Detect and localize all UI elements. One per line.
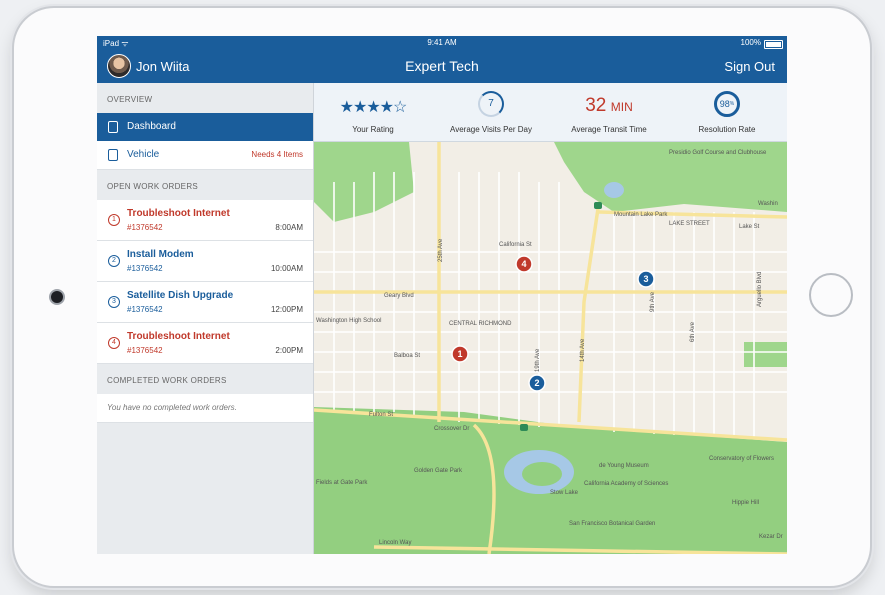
map-label-fulton: Fulton St [369,412,393,418]
visits-label: Average Visits Per Day [450,125,532,134]
map-label-25th: 25th Ave [438,238,444,262]
visits-stat: 7 Average Visits Per Day [432,83,550,141]
map-label-fields: Fields at Gate Park [316,480,368,486]
work-order-id: #1376542 [127,346,163,355]
map-label-academy: California Academy of Sciences [584,481,668,487]
map-label-california: California St [499,242,532,248]
map-label-washington: Washin [758,201,778,207]
camera [51,291,63,303]
map-pin-3[interactable]: 3 [637,270,655,288]
ipad-frame: iPad ᯤ 9:41 AM 100% Jon Wiita Expert Tec… [14,8,870,586]
transit-number: 32 [585,95,607,116]
screen: iPad ᯤ 9:41 AM 100% Jon Wiita Expert Tec… [97,36,787,554]
map-pin-4[interactable]: 4 [515,255,533,273]
map-label-geary: Geary Blvd [384,293,414,299]
overview-heading: OVERVIEW [107,95,153,104]
resolution-stat: 98 Resolution Rate [668,83,786,141]
work-order-item[interactable]: 1 Troubleshoot Internet #1376542 8:00AM [97,200,313,241]
clock: 9:41 AM [427,38,457,47]
map-pin-2[interactable]: 2 [528,374,546,392]
work-order-id: #1376542 [127,305,163,314]
order-number-badge: 3 [108,296,120,308]
map-label-de-young: de Young Museum [599,463,649,469]
rating-label: Your Rating [352,125,394,134]
visits-gauge: 7 [478,91,504,117]
sidebar-item-dashboard[interactable]: Dashboard [97,113,313,141]
transit-unit: MIN [610,100,633,114]
work-order-title: Troubleshoot Internet [127,208,230,219]
map-label-conservatory: Conservatory of Flowers [709,456,774,462]
order-number-badge: 1 [108,214,120,226]
work-order-time: 8:00AM [275,223,303,232]
sidebar-item-label: Vehicle [127,149,160,160]
map-label-washington-hs: Washington High School [316,318,381,324]
sidebar: OVERVIEW Dashboard Vehicle Needs 4 Items… [97,83,314,554]
order-number-badge: 2 [108,255,120,267]
map[interactable]: California St Geary Blvd Balboa St Fulto… [314,142,787,554]
map-label-14th: 14th Ave [580,338,586,362]
map-label-mountain-lake-park: Mountain Lake Park [614,212,668,218]
map-label-kezar: Kezar Dr [759,534,783,540]
work-order-time: 12:00PM [270,305,303,314]
app-title: Expert Tech [405,58,479,74]
map-label-9th: 9th Ave [650,291,656,312]
transit-label: Average Transit Time [571,125,647,134]
document-icon [108,121,118,133]
map-label-lake-street: LAKE STREET [669,221,710,227]
order-number-badge: 4 [108,337,120,349]
work-order-item[interactable]: 2 Install Modem #1376542 10:00AM [97,241,313,282]
map-label-lincoln-way: Lincoln Way [379,540,411,546]
map-label-golden-gate-park: Golden Gate Park [414,468,463,474]
stats-bar: ★★★★☆ Your Rating 7 Average Visits Per D… [314,83,787,142]
work-order-item[interactable]: 3 Satellite Dish Upgrade #1376542 12:00P… [97,282,313,323]
completed-work-orders-heading: COMPLETED WORK ORDERS [107,376,227,385]
map-pin-label: 3 [643,274,648,284]
work-order-title: Troubleshoot Internet [127,331,230,342]
route-shield-icon [594,202,602,209]
rating-stat: ★★★★☆ Your Rating [314,83,432,141]
map-pin-1[interactable]: 1 [451,345,469,363]
battery-icon [764,40,783,49]
map-label-arguello: Arguello Blvd [757,272,763,307]
battery-percent: 100% [740,38,761,47]
map-label-stow-lake: Stow Lake [550,490,579,496]
vehicle-status-badge: Needs 4 Items [251,150,303,159]
sidebar-item-label: Dashboard [127,121,176,132]
completed-empty-message: You have no completed work orders. [97,394,313,423]
route-shield-icon [520,424,528,431]
map-label-central-richmond: CENTRAL RICHMOND [449,321,512,327]
top-bar: iPad ᯤ 9:41 AM 100% Jon Wiita Expert Tec… [97,36,787,83]
work-order-time: 10:00AM [270,264,303,273]
map-pin-label: 2 [534,378,539,388]
work-order-item[interactable]: 4 Troubleshoot Internet #1376542 2:00PM [97,323,313,364]
resolution-label: Resolution Rate [698,125,756,134]
map-label-lake-st: Lake St [739,224,760,230]
transit-value: 32 MIN [550,95,668,117]
status-bar: iPad ᯤ 9:41 AM 100% [97,38,787,50]
work-order-time: 2:00PM [275,346,303,355]
resolution-gauge: 98 [714,91,740,117]
sidebar-item-vehicle[interactable]: Vehicle Needs 4 Items [97,141,313,170]
work-order-id: #1376542 [127,264,163,273]
map-label-6th: 6th Ave [690,321,696,342]
map-label-hippie-hill: Hippie Hill [732,500,759,506]
work-order-title: Install Modem [127,249,194,260]
rating-stars: ★★★★☆ [339,99,408,116]
map-canvas[interactable]: California St Geary Blvd Balboa St Fulto… [314,142,787,554]
home-button[interactable] [809,273,853,317]
map-pin-label: 1 [457,349,462,359]
map-label-balboa: Balboa St [394,353,420,359]
map-label-presidio-golf: Presidio Golf Course and Clubhouse [669,150,767,156]
map-pin-label: 4 [521,259,526,269]
work-order-id: #1376542 [127,223,163,232]
vehicle-icon [108,149,118,161]
open-work-orders-heading: OPEN WORK ORDERS [107,182,199,191]
map-label-botanical: San Francisco Botanical Garden [569,521,655,527]
work-order-title: Satellite Dish Upgrade [127,290,234,301]
transit-stat: 32 MIN Average Transit Time [550,83,668,141]
sign-out-button[interactable]: Sign Out [724,59,775,74]
map-label-crossover: Crossover Dr [434,426,469,432]
map-label-19th: 19th Ave [535,348,541,372]
